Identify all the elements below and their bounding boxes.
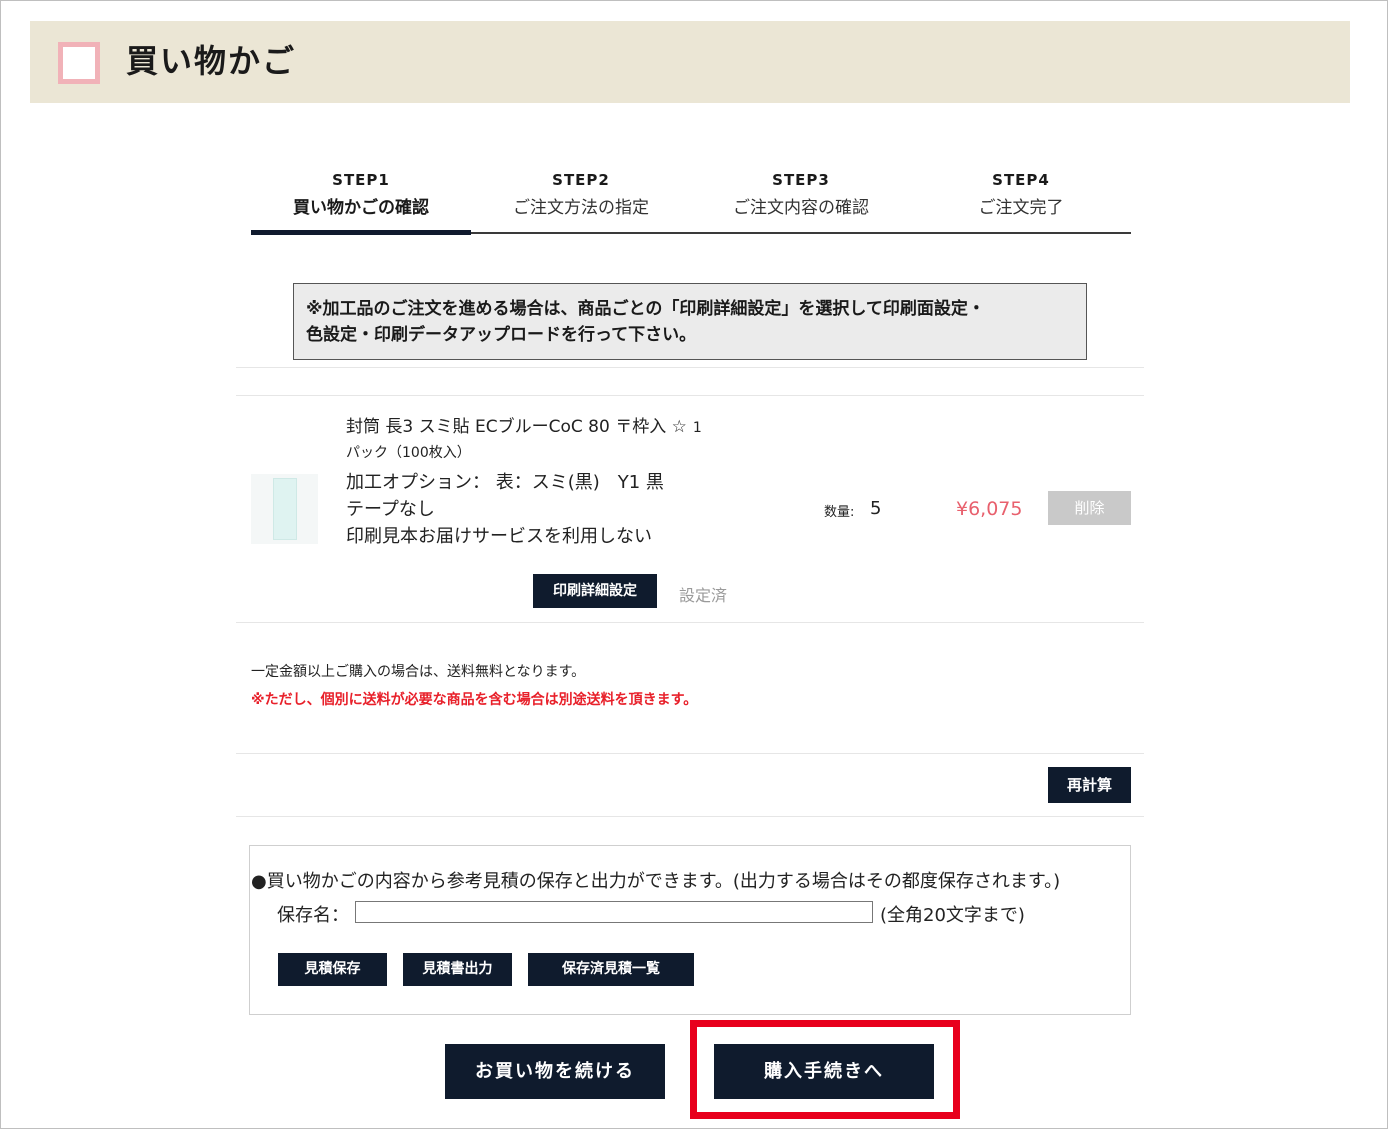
step-2-label: ご注文方法の指定 [513,198,649,218]
recalculate-button[interactable]: 再計算 [1048,767,1131,803]
product-option-tape: テープなし [346,499,435,520]
step-4-label: ご注文完了 [978,198,1064,218]
product-price: ¥6,075 [956,498,1023,520]
page-header: 買い物かご [30,21,1350,103]
product-name[interactable]: 封筒 長3 スミ貼 ECブルーCoC 80 〒枠入 ☆ 1 [346,412,702,437]
estimate-description: ●買い物かごの内容から参考見積の保存と出力ができます。(出力する場合はその都度保… [251,871,1061,892]
envelope-image [273,478,297,540]
divider [236,753,1144,754]
save-estimate-button[interactable]: 見積保存 [278,953,387,986]
save-name-label: 保存名： [277,905,349,926]
product-thumbnail[interactable] [251,474,318,544]
step-3-label: ご注文内容の確認 [733,198,869,218]
save-name-input[interactable] [355,901,873,923]
checkout-highlight-frame [690,1020,960,1119]
page-title: 買い物かご [126,42,297,80]
delete-button[interactable]: 削除 [1048,491,1131,525]
product-name-text: 封筒 長3 スミ貼 ECブルーCoC 80 〒枠入 ☆ [346,417,687,437]
step-4-number: STEP4 [992,171,1050,189]
divider [236,622,1144,623]
print-settings-notice: ※加工品のご注文を進める場合は、商品ごとの「印刷詳細設定」を選択して印刷面設定・… [293,283,1087,360]
header-square-icon [58,42,100,84]
checkout-steps: STEP1 買い物かごの確認 STEP2 ご注文方法の指定 STEP3 ご注文内… [251,165,1131,235]
save-name-hint: (全角20文字まで) [880,905,1025,926]
step-3: STEP3 ご注文内容の確認 [691,165,911,232]
divider [236,367,1144,368]
quantity-label: 数量: [824,505,855,520]
step-2: STEP2 ご注文方法の指定 [471,165,691,232]
product-option-print: 加工オプション： 表：スミ(黒) Y1 黒 [346,472,664,493]
step-1-number: STEP1 [332,171,390,189]
divider [236,816,1144,817]
continue-shopping-button[interactable]: お買い物を続ける [445,1044,665,1099]
step-1: STEP1 買い物かごの確認 [251,165,471,235]
notice-line-1: ※加工品のご注文を進める場合は、商品ごとの「印刷詳細設定」を選択して印刷面設定・ [306,299,985,319]
shipping-warning: ※ただし、個別に送料が必要な商品を含む場合は別途送料を頂きます。 [251,692,698,708]
quantity-value: 5 [870,498,882,519]
step-1-label: 買い物かごの確認 [293,198,429,218]
saved-estimates-list-button[interactable]: 保存済見積一覧 [528,953,694,986]
step-2-number: STEP2 [552,171,610,189]
step-3-number: STEP3 [772,171,830,189]
product-pack: パック（100枚入） [346,445,471,461]
free-shipping-note: 一定金額以上ご購入の場合は、送料無料となります。 [251,664,586,680]
export-estimate-button[interactable]: 見積書出力 [403,953,512,986]
notice-line-2: 色設定・印刷データアップロードを行って下さい。 [306,325,697,345]
print-settings-button[interactable]: 印刷詳細設定 [533,574,657,608]
product-option-sample: 印刷見本お届けサービスを利用しない [346,526,652,547]
divider [236,395,1144,396]
settings-status: 設定済 [679,586,728,605]
step-4: STEP4 ご注文完了 [911,165,1131,232]
product-pack-count: 1 [692,420,702,436]
